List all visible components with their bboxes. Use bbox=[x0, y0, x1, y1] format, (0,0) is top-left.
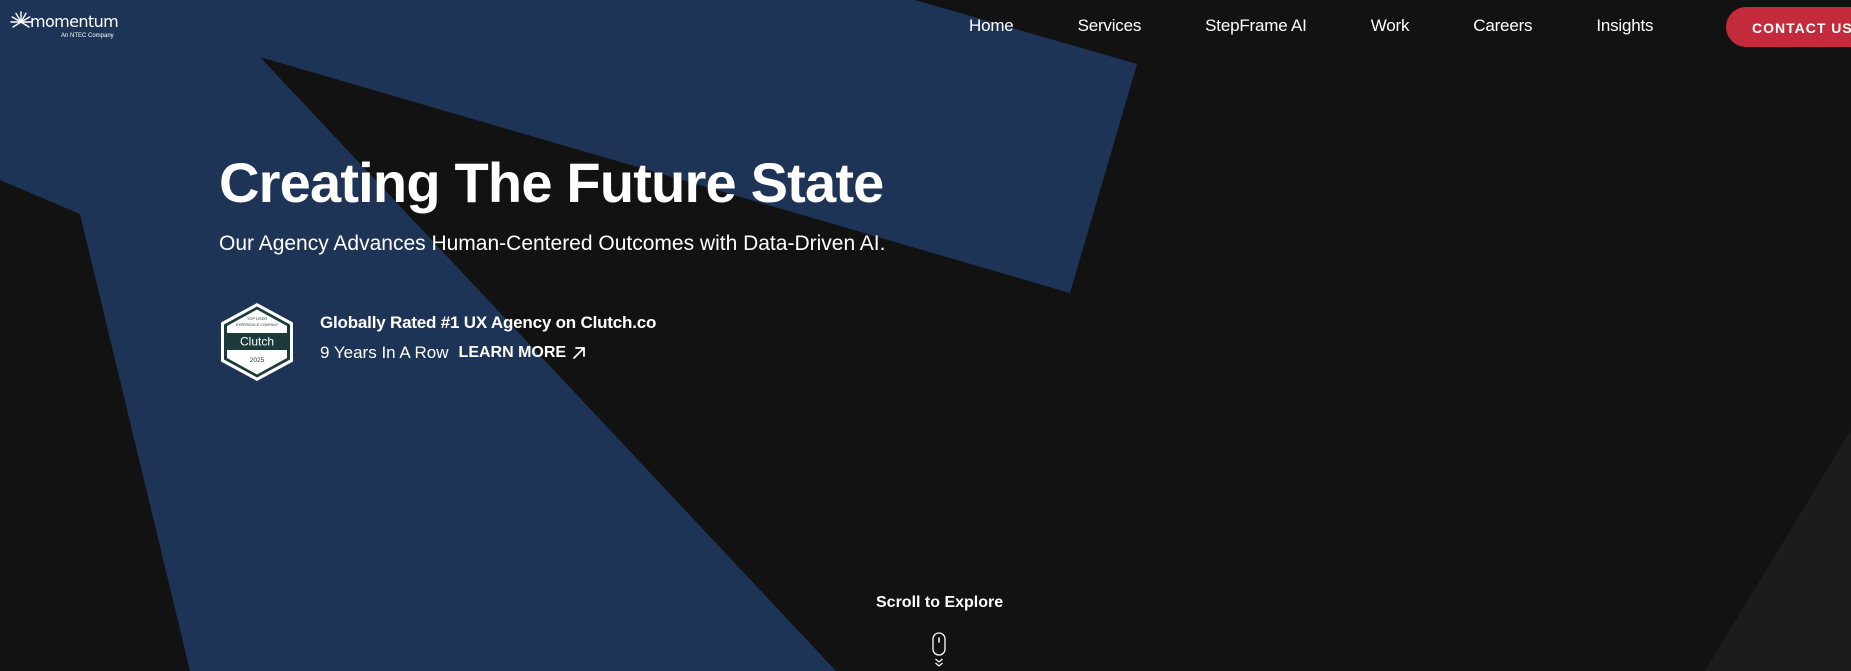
contact-us-button[interactable]: CONTACT US bbox=[1726, 7, 1851, 47]
nav-insights[interactable]: Insights bbox=[1596, 16, 1653, 36]
rating-years: 9 Years In A Row bbox=[320, 343, 449, 362]
clutch-badge[interactable]: TOP USER EXPERIENCE COMPANY Clutch 2025 bbox=[219, 302, 295, 382]
logo-wordmark: momentum bbox=[30, 12, 119, 31]
logo-tagline: An NTEC Company bbox=[61, 33, 114, 39]
hero-subtitle: Our Agency Advances Human-Centered Outco… bbox=[219, 232, 886, 255]
hero-title: Creating The Future State bbox=[219, 151, 884, 214]
starburst-icon bbox=[10, 11, 32, 28]
mouse-scroll-icon[interactable] bbox=[932, 632, 946, 668]
nav-careers[interactable]: Careers bbox=[1473, 16, 1532, 36]
badge-top-line2: EXPERIENCE COMPANY bbox=[236, 323, 279, 327]
learn-more-label: LEARN MORE bbox=[458, 344, 567, 361]
learn-more-link[interactable]: LEARN MORE bbox=[459, 344, 587, 362]
logo[interactable]: momentum An NTEC Company bbox=[10, 11, 120, 45]
rating-line: 9 Years In A Row LEARN MORE bbox=[320, 343, 586, 363]
gray-shape-right bbox=[1705, 430, 1851, 671]
badge-top-line1: TOP USER bbox=[247, 316, 267, 321]
rating-title: Globally Rated #1 UX Agency on Clutch.co bbox=[320, 313, 657, 332]
nav-work[interactable]: Work bbox=[1371, 16, 1410, 36]
badge-brand: Clutch bbox=[240, 335, 274, 349]
scroll-to-explore-label: Scroll to Explore bbox=[876, 594, 1004, 611]
clutch-badge-graphic: TOP USER EXPERIENCE COMPANY Clutch 2025 bbox=[221, 303, 293, 381]
arrow-up-right-icon bbox=[573, 347, 586, 359]
main-nav: Home Services StepFrame AI Work Careers … bbox=[969, 0, 1654, 52]
badge-year: 2025 bbox=[250, 357, 265, 364]
nav-home[interactable]: Home bbox=[969, 16, 1014, 36]
nav-stepframe-ai[interactable]: StepFrame AI bbox=[1205, 16, 1307, 36]
nav-services[interactable]: Services bbox=[1078, 16, 1142, 36]
logo-row: momentum bbox=[10, 11, 120, 33]
page: momentum An NTEC Company Home Services S… bbox=[0, 0, 1851, 671]
blue-shape-back bbox=[0, 0, 1137, 671]
